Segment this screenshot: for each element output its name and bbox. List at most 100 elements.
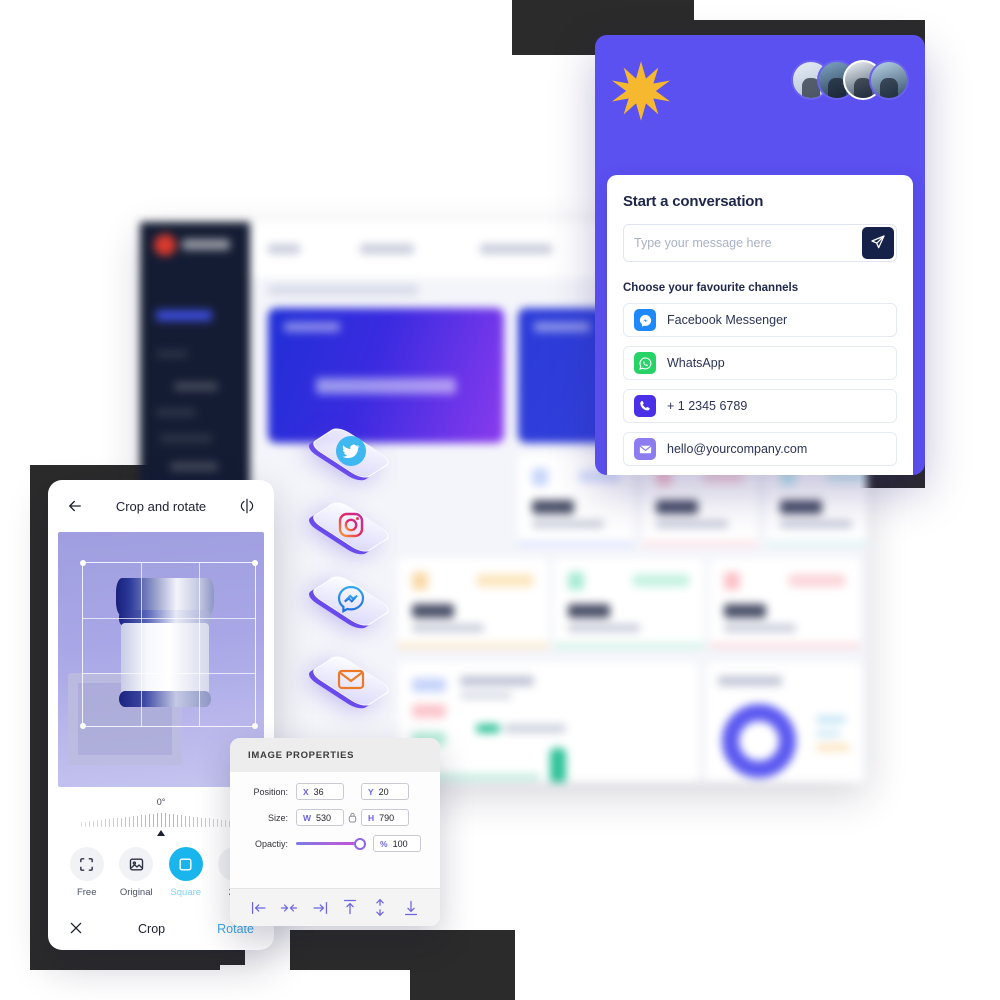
ratio-free[interactable]: Free [64, 847, 110, 898]
ruler-tick [84, 821, 86, 827]
ruler-tick [144, 814, 146, 827]
stat-sub [568, 624, 640, 632]
messenger-icon [634, 309, 656, 331]
ruler-tick [164, 813, 166, 827]
align-right-icon[interactable] [311, 899, 329, 917]
message-input[interactable] [623, 224, 897, 262]
crop-handle-tl[interactable] [80, 560, 86, 566]
send-button[interactable] [862, 227, 894, 259]
chart-bar [504, 724, 566, 733]
phone-icon [634, 395, 656, 417]
ruler-tick [160, 813, 162, 827]
panel-tag [412, 704, 446, 718]
ruler-tick [116, 817, 118, 827]
donut-chart [722, 704, 796, 778]
position-x-value: 36 [313, 786, 324, 797]
ruler-tick [216, 819, 218, 827]
crop-handle-tr[interactable] [252, 560, 258, 566]
position-x-field[interactable]: X 36 [296, 783, 344, 800]
ruler-tick [132, 816, 134, 827]
ratio-original[interactable]: Original [113, 847, 159, 898]
channel-item-phone[interactable]: + 1 2345 6789 [623, 389, 897, 423]
avatar [869, 60, 909, 100]
ruler-tick [152, 813, 154, 827]
position-x-key: X [303, 786, 309, 797]
dashboard-stat-card [398, 558, 548, 648]
iso-tile-messenger[interactable] [305, 568, 397, 634]
chart-bar [476, 724, 500, 733]
crop-handle-bl[interactable] [80, 723, 86, 729]
send-paper-plane-icon [870, 234, 886, 253]
ruler-tick [140, 815, 142, 827]
dashboard-nav-item [170, 462, 218, 471]
align-bottom-icon[interactable] [402, 899, 420, 917]
chat-title: Start a conversation [623, 193, 764, 210]
flip-horizontal-icon[interactable] [236, 495, 258, 517]
ruler-tick [196, 817, 198, 827]
size-height-key: H [368, 812, 375, 823]
arrow-left-icon[interactable] [64, 495, 86, 517]
crop-panel-header: Crop and rotate [48, 480, 274, 532]
iso-tile-mail[interactable] [305, 648, 397, 714]
ruler-tick [168, 813, 170, 827]
stat-footer [398, 643, 548, 648]
opacity-slider[interactable] [296, 837, 366, 851]
align-center-horizontal-icon[interactable] [280, 899, 298, 917]
tab-crop[interactable]: Crop [138, 922, 165, 936]
ruler-tick [124, 817, 126, 827]
stat-sub [656, 520, 728, 528]
iso-tile-twitter[interactable] [305, 420, 397, 486]
ruler-tick [184, 815, 186, 827]
ratio-square[interactable]: Square [163, 847, 209, 898]
ruler-tick [176, 814, 178, 827]
align-left-icon[interactable] [250, 899, 268, 917]
stat-sub [724, 624, 796, 632]
iso-tile-instagram[interactable] [305, 494, 397, 560]
close-icon[interactable] [68, 920, 86, 938]
square-icon [168, 847, 203, 881]
align-top-icon[interactable] [341, 899, 359, 917]
size-height-value: 790 [379, 812, 395, 823]
opacity-row: Opactiy: % 100 [240, 835, 426, 852]
dashboard-searchbar [268, 284, 418, 296]
size-width-field[interactable]: W 530 [296, 809, 344, 826]
channel-item-messenger[interactable]: Facebook Messenger [623, 303, 897, 337]
position-label: Position: [253, 786, 288, 797]
free-crop-icon [69, 847, 104, 881]
ruler-tick [112, 818, 114, 827]
size-height-field[interactable]: H 790 [361, 809, 409, 826]
stat-value [568, 604, 610, 618]
star-burst-icon [610, 60, 672, 122]
dashboard-nav-item [156, 408, 196, 417]
ratio-label: Free [76, 887, 97, 898]
crop-grid-overlay[interactable] [80, 560, 258, 729]
opacity-field[interactable]: % 100 [373, 835, 421, 852]
stat-value [724, 604, 766, 618]
dashboard-logo-text [182, 239, 230, 250]
crop-handle-br[interactable] [252, 723, 258, 729]
ruler-tick [188, 816, 190, 827]
ruler-tick [156, 813, 158, 827]
hero-label [284, 322, 340, 332]
size-label: Size: [267, 812, 288, 823]
opacity-slider-knob[interactable] [354, 837, 366, 850]
original-image-icon [119, 847, 154, 881]
ruler-tick [192, 816, 194, 827]
stat-pill [788, 574, 846, 587]
stat-sub [780, 520, 852, 528]
chat-widget-header [595, 35, 925, 145]
stat-sub [532, 520, 604, 528]
legend-item [816, 744, 850, 751]
channel-item-whatsapp[interactable]: WhatsApp [623, 346, 897, 380]
stat-footer [710, 643, 860, 648]
topbar-item [360, 244, 414, 254]
align-middle-vertical-icon[interactable] [371, 898, 389, 917]
stat-footer [766, 541, 867, 546]
channel-item-email[interactable]: hello@yourcompany.com [623, 432, 897, 466]
stat-value [780, 500, 822, 514]
opacity-value: 100 [392, 838, 408, 849]
position-y-field[interactable]: Y 20 [361, 783, 409, 800]
lock-aspect-ratio-icon[interactable] [348, 811, 357, 824]
stat-footer [642, 541, 758, 546]
image-properties-body: Position: X 36 Y 20 Size: W 530 H 790 Op… [230, 772, 440, 852]
